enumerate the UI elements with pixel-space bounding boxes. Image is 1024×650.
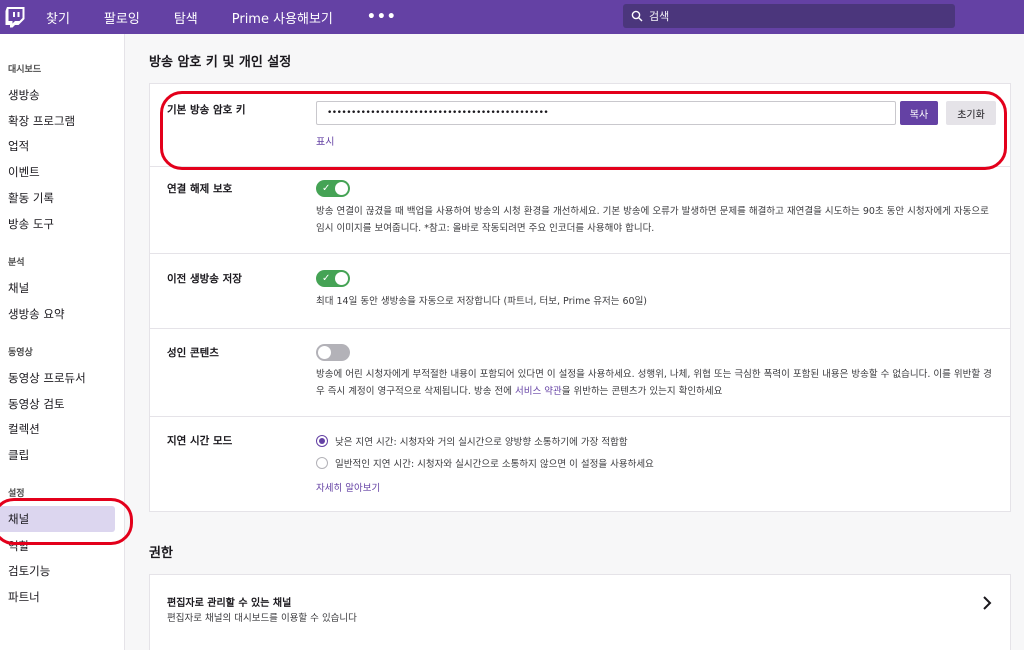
radio-selected-icon[interactable]: [316, 435, 328, 447]
disconnect-protection-toggle[interactable]: ✓: [316, 180, 350, 197]
sidebar-item-moderation[interactable]: 검토기능: [8, 563, 50, 579]
stream-key-field[interactable]: ••••••••••••••••••••••••••••••••••••••••…: [316, 101, 896, 125]
store-broadcasts-toggle[interactable]: ✓: [316, 270, 350, 287]
sidebar-item-clips[interactable]: 클립: [8, 447, 29, 463]
toggle-knob: [318, 346, 331, 359]
sidebar-item-channel-analytics[interactable]: 채널: [8, 280, 29, 296]
learn-more-link[interactable]: 자세히 알아보기: [316, 480, 380, 494]
nav-prime-trial[interactable]: Prime 사용해보기: [232, 8, 333, 27]
copy-button[interactable]: 복사: [900, 101, 938, 125]
toggle-knob: [335, 272, 348, 285]
show-key-link[interactable]: 표시: [316, 133, 334, 148]
latency-option-low[interactable]: 낮은 지연 시간: 시청자와 거의 실시간으로 양방향 소통하기에 가장 적합함: [316, 434, 628, 448]
twitch-logo-icon[interactable]: [4, 6, 28, 28]
latency-option-normal-label: 일반적인 지연 시간: 시청자와 실시간으로 소통하지 않으면 이 설정을 사용…: [335, 459, 654, 470]
section-title-stream-key: 방송 암호 키 및 개인 설정: [149, 55, 292, 70]
mature-content-toggle[interactable]: [316, 344, 350, 361]
latency-option-normal[interactable]: 일반적인 지연 시간: 시청자와 실시간으로 소통하지 않으면 이 설정을 사용…: [316, 456, 654, 470]
sidebar-item-extensions[interactable]: 확장 프로그램: [8, 113, 75, 129]
terms-of-service-link[interactable]: 서비스 약관: [515, 386, 562, 397]
mature-content-desc-part-2: 을 위반하는 콘텐츠가 있는지 확인하세요: [561, 386, 723, 397]
toggle-knob: [335, 182, 348, 195]
more-menu-icon[interactable]: •••: [367, 9, 397, 25]
chevron-right-icon[interactable]: [980, 594, 994, 612]
sidebar-item-achievements[interactable]: 업적: [8, 138, 29, 154]
sidebar-item-video-review[interactable]: 동영상 검토: [8, 396, 65, 412]
sidebar-item-channel[interactable]: 채널: [0, 506, 115, 532]
stream-key-label: 기본 방송 암호 키: [167, 104, 246, 116]
sidebar-item-live[interactable]: 생방송: [8, 87, 40, 103]
top-nav: 찾기 팔로잉 탐색 Prime 사용해보기 ••• 검색: [0, 0, 1024, 34]
permissions-card: 편집자로 관리할 수 있는 채널 편집자로 채널의 대시보드를 이용할 수 있습…: [149, 574, 1011, 650]
stream-key-row: 기본 방송 암호 키 •••••••••••••••••••••••••••••…: [150, 84, 1010, 167]
disconnect-protection-row: 연결 해제 보호 ✓ 방송 연결이 끊겼을 때 백업을 사용하여 방송의 시청 …: [150, 167, 1010, 254]
store-broadcasts-desc: 최대 14일 동안 생방송을 자동으로 저장합니다 (파트너, 터보, Prim…: [316, 296, 648, 307]
stream-settings-card: 기본 방송 암호 키 •••••••••••••••••••••••••••••…: [149, 83, 1011, 512]
mature-content-label: 성인 콘텐츠: [167, 347, 219, 359]
main-content: 방송 암호 키 및 개인 설정 기본 방송 암호 키 •••••••••••••…: [125, 34, 1024, 650]
store-broadcasts-label: 이전 생방송 저장: [167, 273, 242, 285]
editor-channels-title: 편집자로 관리할 수 있는 채널: [167, 598, 292, 609]
check-icon: ✓: [322, 183, 331, 194]
radio-unselected-icon[interactable]: [316, 457, 328, 469]
search-input[interactable]: 검색: [623, 4, 955, 28]
nav-following[interactable]: 팔로잉: [104, 8, 140, 27]
sidebar-item-video-producer[interactable]: 동영상 프로듀서: [8, 370, 86, 386]
sidebar-item-collections[interactable]: 컬렉션: [8, 421, 40, 437]
sidebar-item-stream-summary[interactable]: 생방송 요약: [8, 306, 65, 322]
mature-content-row: 성인 콘텐츠 방송에 어린 시청자에게 부적절한 내용이 포함되어 있다면 이 …: [150, 329, 1010, 417]
sidebar-section-dashboard: 대시보드: [8, 65, 42, 75]
editor-channels-row[interactable]: 편집자로 관리할 수 있는 채널 편집자로 채널의 대시보드를 이용할 수 있습…: [150, 575, 1010, 639]
nav-explore[interactable]: 탐색: [174, 8, 198, 27]
sidebar-section-video: 동영상: [8, 348, 33, 358]
reset-button[interactable]: 초기화: [946, 101, 996, 125]
sidebar-item-partner[interactable]: 파트너: [8, 589, 40, 605]
search-placeholder: 검색: [649, 10, 670, 23]
sidebar-section-analytics: 분석: [8, 258, 25, 268]
latency-option-low-label: 낮은 지연 시간: 시청자와 거의 실시간으로 양방향 소통하기에 가장 적합함: [335, 437, 628, 448]
sidebar: 대시보드 생방송 확장 프로그램 업적 이벤트 활동 기록 방송 도구 분석 채…: [0, 34, 125, 650]
sidebar-item-stream-tools[interactable]: 방송 도구: [8, 216, 54, 232]
nav-browse[interactable]: 찾기: [46, 8, 70, 27]
check-icon: ✓: [322, 273, 331, 284]
sidebar-item-activity[interactable]: 활동 기록: [8, 190, 54, 206]
search-icon: [631, 10, 643, 22]
disconnect-protection-label: 연결 해제 보호: [167, 183, 233, 195]
section-title-permissions: 권한: [149, 546, 173, 561]
sidebar-section-settings: 설정: [8, 489, 25, 499]
mature-content-desc: 방송에 어린 시청자에게 부적절한 내용이 포함되어 있다면 이 설정을 사용하…: [316, 366, 996, 400]
editor-channels-desc: 편집자로 채널의 대시보드를 이용할 수 있습니다: [167, 613, 357, 624]
store-broadcasts-row: 이전 생방송 저장 ✓ 최대 14일 동안 생방송을 자동으로 저장합니다 (파…: [150, 254, 1010, 329]
latency-mode-label: 지연 시간 모드: [167, 435, 233, 447]
sidebar-item-events[interactable]: 이벤트: [8, 164, 40, 180]
sidebar-item-roles[interactable]: 역할: [8, 538, 29, 554]
disconnect-protection-desc: 방송 연결이 끊겼을 때 백업을 사용하여 방송의 시청 환경을 개선하세요. …: [316, 206, 989, 234]
latency-mode-row: 지연 시간 모드 낮은 지연 시간: 시청자와 거의 실시간으로 양방향 소통하…: [150, 417, 1010, 511]
